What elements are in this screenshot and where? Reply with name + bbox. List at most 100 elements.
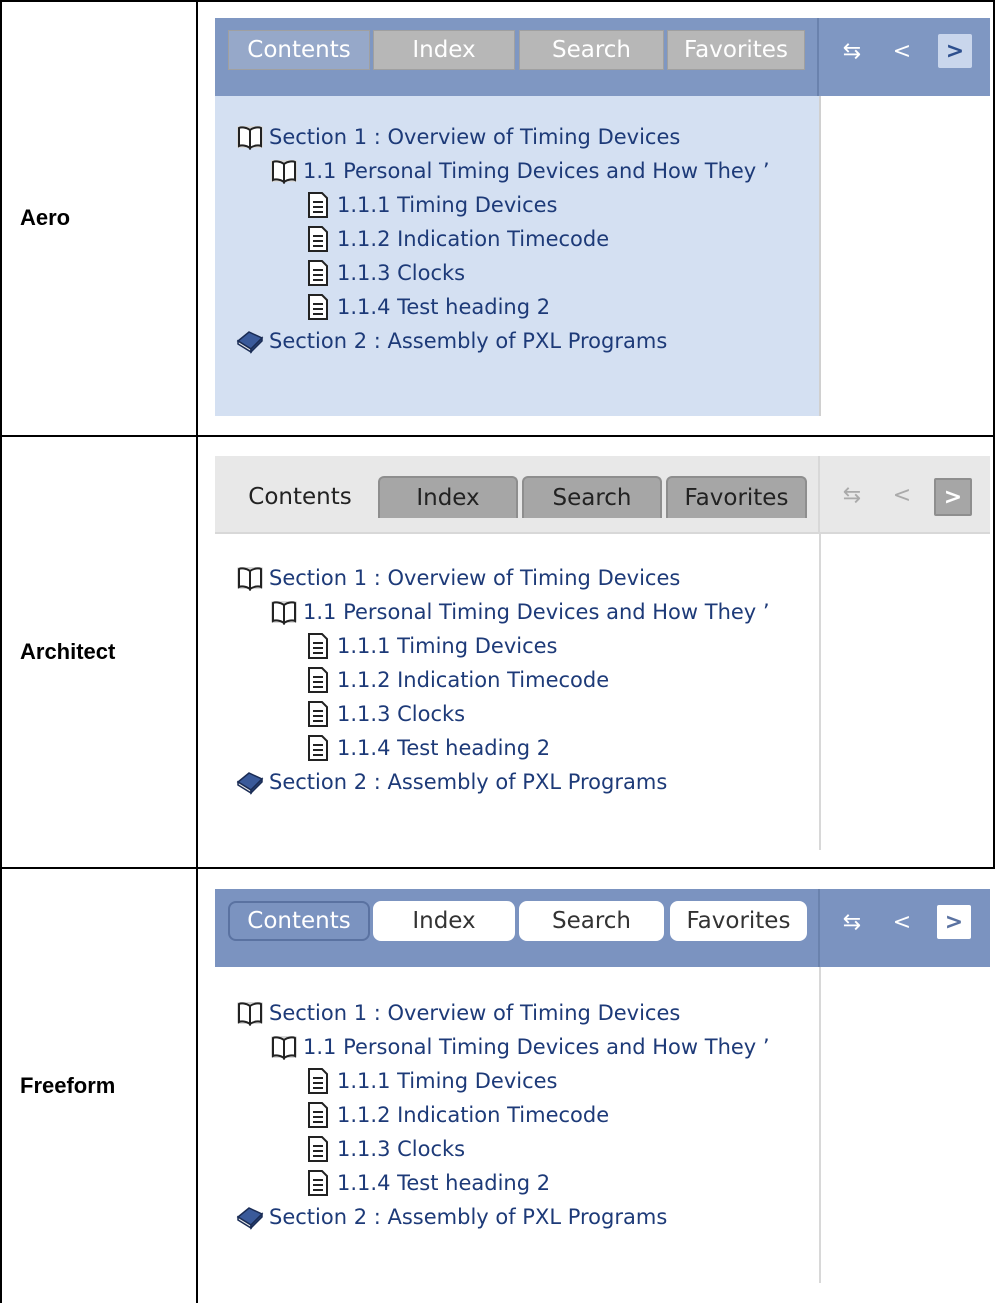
toc-item-label: 1.1.3 Clocks bbox=[337, 261, 466, 285]
tab-favorites[interactable]: Favorites bbox=[667, 30, 805, 70]
toc-item[interactable]: Section 2 : Assembly of PXL Programs bbox=[235, 1200, 667, 1234]
toc-item-label: 1.1.2 Indication Timecode bbox=[337, 227, 610, 251]
toc-item-label: 1.1.3 Clocks bbox=[337, 1137, 466, 1161]
document-icon bbox=[303, 631, 333, 661]
toc-item[interactable]: 1.1.4 Test heading 2 bbox=[303, 290, 550, 324]
tab-favorites[interactable]: Favorites bbox=[666, 476, 807, 518]
tab-search[interactable]: Search bbox=[519, 30, 664, 70]
toc-item[interactable]: Section 1 : Overview of Timing Devices bbox=[235, 996, 680, 1030]
document-icon bbox=[303, 1100, 333, 1130]
tab-contents[interactable]: Contents bbox=[228, 30, 370, 70]
toc-item[interactable]: 1.1.2 Indication Timecode bbox=[303, 222, 609, 256]
toc-item-label: 1.1.1 Timing Devices bbox=[337, 193, 558, 217]
toc-item-label: Section 2 : Assembly of PXL Programs bbox=[269, 1205, 668, 1229]
toc-item[interactable]: Section 2 : Assembly of PXL Programs bbox=[235, 324, 667, 358]
toc-item[interactable]: 1.1.3 Clocks bbox=[303, 256, 465, 290]
tab-index[interactable]: Index bbox=[373, 901, 515, 941]
toc-item-label: Section 2 : Assembly of PXL Programs bbox=[269, 329, 668, 353]
tab-contents[interactable]: Contents bbox=[228, 901, 370, 941]
toc-item-label: 1.1 Personal Timing Devices and How They… bbox=[303, 600, 770, 624]
toc-item-label: 1.1 Personal Timing Devices and How They… bbox=[303, 159, 770, 183]
toc-item[interactable]: 1.1.4 Test heading 2 bbox=[303, 731, 550, 765]
tab-search[interactable]: Search bbox=[519, 901, 664, 941]
book-closed-icon bbox=[235, 326, 265, 356]
document-icon bbox=[303, 292, 333, 322]
toc-item[interactable]: 1.1.1 Timing Devices bbox=[303, 188, 558, 222]
toolbar-divider bbox=[817, 18, 819, 96]
toc-item[interactable]: 1.1 Personal Timing Devices and How They… bbox=[269, 595, 770, 629]
toc-item-label: 1.1.1 Timing Devices bbox=[337, 634, 558, 658]
row-label-aero: Aero bbox=[20, 205, 71, 230]
sync-icon[interactable]: ⇆ bbox=[837, 905, 867, 939]
tab-index[interactable]: Index bbox=[378, 476, 518, 518]
toc-item-label: 1.1.4 Test heading 2 bbox=[337, 1171, 551, 1195]
toc-item-label: Section 2 : Assembly of PXL Programs bbox=[269, 770, 668, 794]
row-label-freeform: Freeform bbox=[20, 1072, 116, 1098]
toc-tree: Section 1 : Overview of Timing Devices 1.… bbox=[235, 561, 819, 851]
document-icon bbox=[303, 258, 333, 288]
toc-item-label: Section 1 : Overview of Timing Devices bbox=[269, 1001, 681, 1025]
toc-item[interactable]: Section 1 : Overview of Timing Devices bbox=[235, 561, 680, 595]
book-closed-icon bbox=[235, 767, 265, 797]
toc-item-label: 1.1.3 Clocks bbox=[337, 702, 466, 726]
book-open-icon bbox=[269, 597, 299, 627]
toolbar-divider bbox=[818, 456, 820, 534]
toc-item[interactable]: Section 1 : Overview of Timing Devices bbox=[235, 120, 680, 154]
toc-item-label: 1.1.2 Indication Timecode bbox=[337, 668, 610, 692]
back-icon[interactable]: < bbox=[887, 905, 917, 939]
book-open-icon bbox=[269, 156, 299, 186]
toc-item-label: 1.1.4 Test heading 2 bbox=[337, 736, 551, 760]
book-open-icon bbox=[269, 1032, 299, 1062]
help-toolbar-architect: Contents Index Search Favorites ⇆ < > bbox=[215, 456, 990, 534]
document-icon bbox=[303, 1066, 333, 1096]
toc-item-label: 1.1 Personal Timing Devices and How They… bbox=[303, 1035, 770, 1059]
help-toolbar-freeform: Contents Index Search Favorites ⇆ < > bbox=[215, 889, 990, 967]
pane-divider bbox=[819, 96, 821, 416]
toc-item[interactable]: 1.1.1 Timing Devices bbox=[303, 1064, 558, 1098]
toc-item[interactable]: 1.1 Personal Timing Devices and How They… bbox=[269, 154, 770, 188]
document-icon bbox=[303, 699, 333, 729]
document-icon bbox=[303, 224, 333, 254]
help-toolbar-aero: Contents Index Search Favorites ⇆ < > bbox=[215, 18, 990, 96]
toc-item-label: Section 1 : Overview of Timing Devices bbox=[269, 125, 681, 149]
toc-item-label: Section 1 : Overview of Timing Devices bbox=[269, 566, 681, 590]
sync-icon[interactable]: ⇆ bbox=[837, 478, 867, 512]
toc-item[interactable]: 1.1 Personal Timing Devices and How They… bbox=[269, 1030, 770, 1064]
document-icon bbox=[303, 1168, 333, 1198]
forward-icon[interactable]: > bbox=[934, 478, 972, 516]
toolbar-divider bbox=[818, 889, 820, 967]
tab-search[interactable]: Search bbox=[522, 476, 662, 518]
sync-icon[interactable]: ⇆ bbox=[837, 34, 867, 68]
toc-item[interactable]: 1.1.2 Indication Timecode bbox=[303, 663, 609, 697]
document-icon bbox=[303, 733, 333, 763]
document-icon bbox=[303, 190, 333, 220]
row-label-architect: Architect bbox=[20, 639, 116, 664]
document-icon bbox=[303, 665, 333, 695]
toc-tree: Section 1 : Overview of Timing Devices 1.… bbox=[235, 996, 819, 1286]
back-icon[interactable]: < bbox=[887, 34, 917, 68]
toc-item[interactable]: 1.1.1 Timing Devices bbox=[303, 629, 558, 663]
toc-item[interactable]: Section 2 : Assembly of PXL Programs bbox=[235, 765, 667, 799]
toc-item[interactable]: 1.1.4 Test heading 2 bbox=[303, 1166, 550, 1200]
toc-item[interactable]: 1.1.3 Clocks bbox=[303, 697, 465, 731]
book-open-icon bbox=[235, 563, 265, 593]
forward-icon[interactable]: > bbox=[937, 905, 971, 939]
tab-favorites[interactable]: Favorites bbox=[670, 901, 807, 941]
toc-item[interactable]: 1.1.3 Clocks bbox=[303, 1132, 465, 1166]
pane-divider bbox=[819, 967, 821, 1283]
toc-item-label: 1.1.2 Indication Timecode bbox=[337, 1103, 610, 1127]
toc-tree: Section 1 : Overview of Timing Devices 1.… bbox=[235, 120, 819, 410]
tab-contents[interactable]: Contents bbox=[229, 476, 371, 518]
book-closed-icon bbox=[235, 1202, 265, 1232]
book-open-icon bbox=[235, 998, 265, 1028]
book-open-icon bbox=[235, 122, 265, 152]
toc-item[interactable]: 1.1.2 Indication Timecode bbox=[303, 1098, 609, 1132]
document-icon bbox=[303, 1134, 333, 1164]
back-icon[interactable]: < bbox=[887, 478, 917, 512]
toc-item-label: 1.1.1 Timing Devices bbox=[337, 1069, 558, 1093]
forward-icon[interactable]: > bbox=[938, 34, 972, 68]
table-column-divider bbox=[196, 0, 198, 1303]
pane-divider bbox=[819, 534, 821, 850]
toc-item-label: 1.1.4 Test heading 2 bbox=[337, 295, 551, 319]
tab-index[interactable]: Index bbox=[373, 30, 515, 70]
